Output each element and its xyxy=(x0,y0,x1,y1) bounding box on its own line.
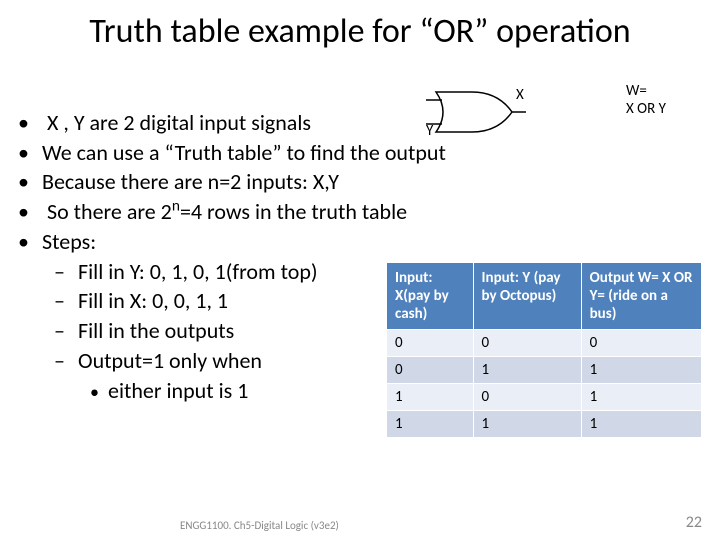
table-header: Input: X(pay by cash) xyxy=(387,263,474,330)
page-number: 22 xyxy=(686,513,702,532)
table-header: Output W= X OR Y= (ride on a bus) xyxy=(581,263,701,330)
gate-input-x-label: X xyxy=(516,86,524,104)
slide: Truth table example for “OR” operation X… xyxy=(0,0,720,540)
truth-table: Input: X(pay by cash) Input: Y (pay by O… xyxy=(386,262,702,438)
bullet-item: We can use a “Truth table” to find the o… xyxy=(18,138,708,168)
slide-title: Truth table example for “OR” operation xyxy=(0,0,720,51)
table-header: Input: Y (pay by Octopus) xyxy=(473,263,581,330)
table-row: 1 0 1 xyxy=(387,384,702,411)
table-row: 1 1 1 xyxy=(387,411,702,438)
bullet-item: Because there are n=2 inputs: X,Y xyxy=(18,167,708,197)
bullet-item: X , Y are 2 digital input signals xyxy=(18,108,708,138)
bullet-item: So there are 2n=4 rows in the truth tabl… xyxy=(18,197,708,227)
table-row: 0 1 1 xyxy=(387,357,702,384)
footer-text: ENGG1100. Ch5-Digital Logic (v3e2) xyxy=(180,519,339,532)
table-row: 0 0 0 xyxy=(387,330,702,357)
